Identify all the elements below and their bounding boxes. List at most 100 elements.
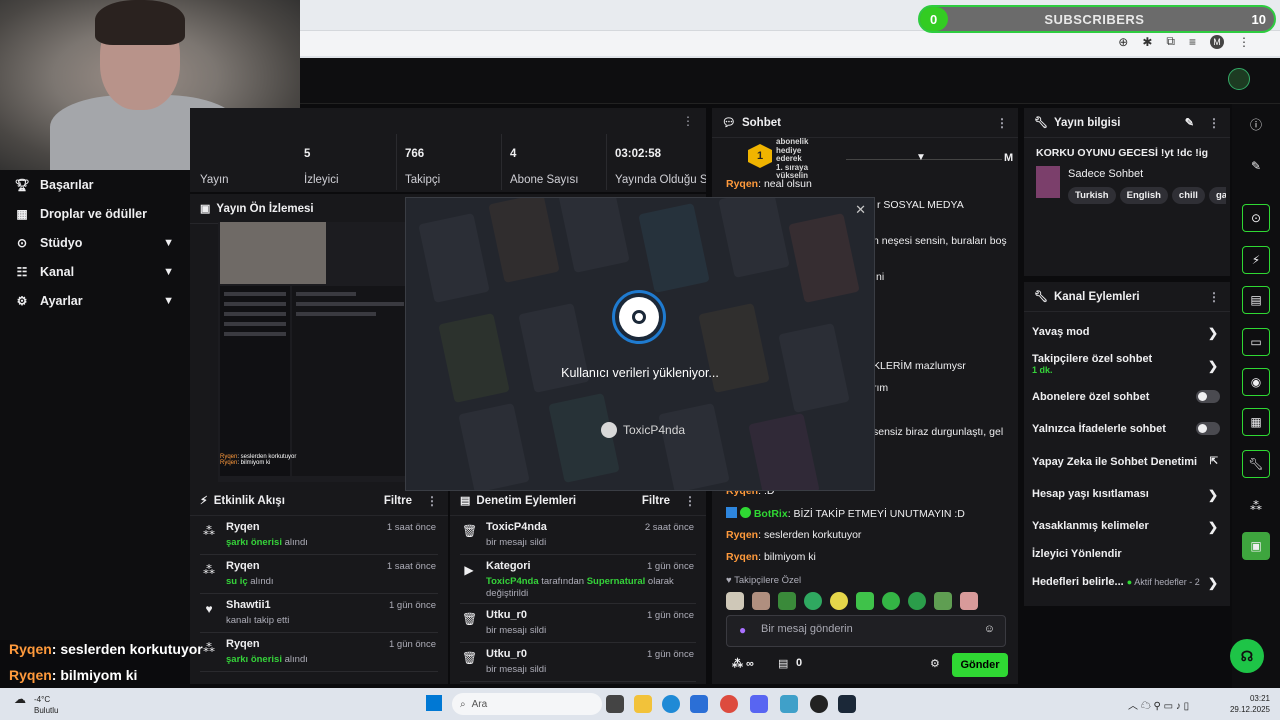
taskbar-search[interactable]: ⌕ Ara xyxy=(452,693,602,715)
sidebar-item-label: Başarılar xyxy=(40,177,94,192)
store-icon[interactable] xyxy=(690,695,708,713)
sidebar-item-achievements[interactable]: 🏆︎ Başarılar xyxy=(0,170,190,199)
stream-category[interactable]: Sadece Sohbet xyxy=(1068,168,1143,180)
action-banned-words[interactable]: Yasaklanmış kelimeler ❯ xyxy=(1032,520,1222,534)
extension-icon[interactable]: ✱ xyxy=(1142,35,1152,49)
tag-chip[interactable]: Turkish xyxy=(1068,187,1116,204)
emote-icon[interactable] xyxy=(882,592,900,610)
tag-chip[interactable]: chill xyxy=(1171,187,1205,204)
action-slow-mode[interactable]: Yavaş mod ❯ xyxy=(1032,326,1222,340)
stat-viewers: 5 İzleyici xyxy=(296,134,396,190)
chat-message-input[interactable] xyxy=(761,623,981,635)
more-options-icon[interactable]: ⋮ xyxy=(682,114,694,128)
emote-only-toggle[interactable] xyxy=(1196,422,1220,435)
moderation-item[interactable]: 🗑︎ Utku_r0 bir mesajı sildi 1 gün önce xyxy=(460,643,696,682)
more-options-icon[interactable]: ⋮ xyxy=(1208,116,1220,130)
bits-icon[interactable]: ⁂ xyxy=(1242,492,1270,520)
tag-chip[interactable]: gar xyxy=(1208,187,1226,204)
category-box-art[interactable] xyxy=(1036,166,1060,198)
wrench-icon[interactable]: 🔧︎ xyxy=(1242,450,1270,478)
camera-icon[interactable]: ⊙ xyxy=(1242,204,1270,232)
action-subscribers-only[interactable]: Abonelere özel sohbet xyxy=(1032,391,1222,403)
chat-input-box[interactable]: ● ☺ xyxy=(726,615,1006,647)
moderation-item[interactable]: ▶︎ Kategori ToxicP4nda tarafından Supern… xyxy=(460,555,696,604)
start-menu-icon[interactable] xyxy=(426,695,442,711)
panel-title: Yayın Ön İzlemesi xyxy=(216,202,314,215)
hype-leaderboard-icon[interactable]: ▼ xyxy=(916,152,926,163)
subscribers-only-toggle[interactable] xyxy=(1196,390,1220,403)
emote-icon[interactable] xyxy=(752,592,770,610)
help-headset-icon[interactable]: ☊ xyxy=(1230,639,1264,673)
sidebar-item-studio[interactable]: ⊙ Stüdyo ▼ xyxy=(0,228,190,257)
more-options-icon[interactable]: ⋮ xyxy=(1208,290,1220,304)
weather-widget[interactable]: ☁ -4°C Bulutlu xyxy=(14,692,58,715)
sidebar-item-label: Stüdyo xyxy=(40,235,83,250)
edit-pencil-icon[interactable]: ✎ xyxy=(1242,152,1270,180)
activity-item[interactable]: ⁂ Ryqen şarkı önerisi alındı 1 saat önce xyxy=(200,516,438,555)
moderation-item[interactable]: 🗑︎ ToxicP4nda bir mesajı sildi 2 saat ön… xyxy=(460,516,696,555)
action-account-age[interactable]: Hesap yaşı kısıtlaması ❯ xyxy=(1032,488,1222,502)
send-button[interactable]: Gönder xyxy=(952,653,1008,677)
emote-icon[interactable] xyxy=(856,592,874,610)
gear-icon[interactable]: ⚙ xyxy=(930,657,940,670)
playlist-icon[interactable]: ≡ xyxy=(1189,35,1196,49)
action-raid[interactable]: İzleyici Yönlendir xyxy=(1032,548,1222,560)
chrome-icon[interactable] xyxy=(720,695,738,713)
steam-icon[interactable] xyxy=(838,695,856,713)
action-goals[interactable]: Hedefleri belirle... ● Aktif hedefler - … xyxy=(1032,576,1222,590)
emote-icon[interactable] xyxy=(934,592,952,610)
activity-item[interactable]: ⁂ Ryqen şarkı önerisi alındı 1 gün önce xyxy=(200,633,438,672)
server-icon[interactable]: ▦ xyxy=(1242,408,1270,436)
stream-preview-video[interactable]: Ryqen: seslerden korkutuyor Ryqen: bilmi… xyxy=(218,222,408,482)
sidebar-item-drops[interactable]: ▦ Droplar ve ödüller xyxy=(0,199,190,228)
document-icon[interactable]: ▤ xyxy=(1242,286,1270,314)
emote-icon[interactable] xyxy=(726,592,744,610)
action-followers-only[interactable]: Takipçilere özel sohbet 1 dk. ❯ xyxy=(1032,353,1222,375)
more-options-icon[interactable]: ⋮ xyxy=(684,494,696,508)
chat-message-partial: KLERİM mazlumysr xyxy=(873,360,966,372)
tag-chip[interactable]: English xyxy=(1119,187,1168,204)
edge-icon[interactable] xyxy=(662,695,680,713)
gift-icon[interactable]: ▤ xyxy=(778,657,788,670)
browser-profile-avatar[interactable]: M xyxy=(1210,34,1224,49)
filter-button[interactable]: Filtre xyxy=(642,495,670,507)
file-explorer-icon[interactable] xyxy=(634,695,652,713)
emote-icon[interactable] xyxy=(908,592,926,610)
emote-icon[interactable] xyxy=(804,592,822,610)
discord-icon[interactable] xyxy=(750,695,768,713)
more-options-icon[interactable]: ⋮ xyxy=(426,494,438,508)
broadcast-icon[interactable]: ◉ xyxy=(1242,368,1270,396)
puzzle-icon[interactable]: ⧉ xyxy=(1166,34,1175,49)
action-ai-moderation[interactable]: Yapay Zeka ile Sohbet Denetimi ⇱ xyxy=(1032,456,1222,468)
activity-item[interactable]: ♥ Shawtii1 kanalı takip etti 1 gün önce xyxy=(200,594,438,633)
user-avatar[interactable] xyxy=(1228,68,1250,90)
action-emote-only[interactable]: Yalnızca İfadelerle sohbet xyxy=(1032,423,1222,435)
emoji-icon[interactable]: ☺ xyxy=(984,623,995,635)
edit-pencil-icon[interactable]: ✎ xyxy=(1185,116,1194,129)
emote-icon[interactable] xyxy=(830,592,848,610)
app-icon[interactable] xyxy=(780,695,798,713)
zoom-icon[interactable]: ⊕ xyxy=(1118,35,1128,49)
sidebar-item-channel[interactable]: ☷ Kanal ▼ xyxy=(0,257,190,286)
more-options-icon[interactable]: ⋮ xyxy=(996,116,1008,130)
emote-icon[interactable] xyxy=(778,592,796,610)
system-tray-icons[interactable]: ︿ ☁ ⚲ ▭ ♪ ▯ xyxy=(1128,697,1189,712)
task-view-icon[interactable] xyxy=(606,695,624,713)
moderation-item[interactable]: 🗑︎ Utku_r0 bir mesajı sildi 1 gün önce xyxy=(460,604,696,643)
activity-item[interactable]: ⁂ Ryqen su iç alındı 1 saat önce xyxy=(200,555,438,594)
close-icon[interactable]: ✕ xyxy=(855,202,866,218)
obs-icon[interactable] xyxy=(810,695,828,713)
kebab-menu-icon[interactable]: ⋮ xyxy=(1238,35,1250,49)
lightning-icon[interactable]: ⚡︎ xyxy=(1242,246,1270,274)
activity-detail: şarkı önerisi alındı xyxy=(226,654,308,665)
steam-account[interactable]: ToxicP4nda xyxy=(601,422,685,438)
extension-icon[interactable]: ▣ xyxy=(1242,532,1270,560)
taskbar-clock[interactable]: 03:21 29.12.2025 xyxy=(1230,693,1270,715)
chat-bubble-icon[interactable]: ▭ xyxy=(1242,328,1270,356)
channel-points-icon[interactable]: ⁂ ∞ xyxy=(732,657,754,670)
filter-button[interactable]: Filtre xyxy=(384,495,412,507)
microphone-icon[interactable]: ● xyxy=(739,623,746,637)
info-icon[interactable]: ⓘ xyxy=(1242,110,1270,138)
sidebar-item-settings[interactable]: ⚙ Ayarlar ▼ xyxy=(0,286,190,315)
emote-icon[interactable] xyxy=(960,592,978,610)
